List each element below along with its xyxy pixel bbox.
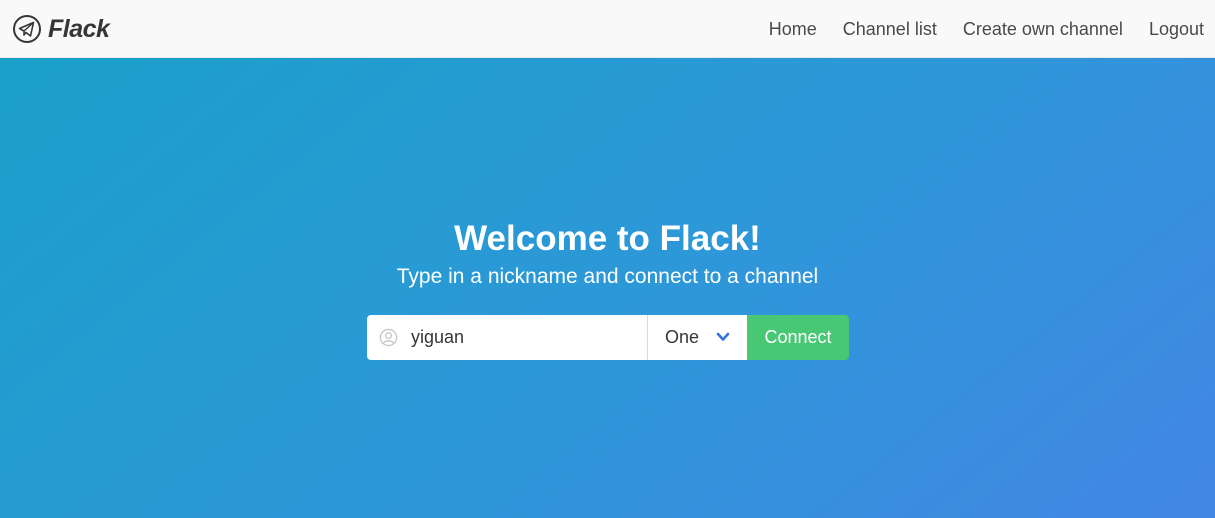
nickname-field [367, 315, 648, 360]
hero-section: Welcome to Flack! Type in a nickname and… [0, 58, 1215, 518]
nav-links: Home Channel list Create own channel Log… [756, 0, 1215, 58]
telegram-plane-icon [13, 15, 41, 43]
nickname-input[interactable] [411, 315, 641, 360]
nav-link-home[interactable]: Home [756, 19, 830, 40]
channel-select[interactable]: One [648, 315, 747, 360]
nav-link-create-channel[interactable]: Create own channel [950, 19, 1136, 40]
hero-subtitle: Type in a nickname and connect to a chan… [396, 265, 819, 288]
brand-name: Flack [48, 14, 110, 43]
brand-link[interactable]: Flack [12, 12, 110, 46]
navbar: Flack Home Channel list Create own chann… [0, 0, 1215, 58]
nav-link-channel-list[interactable]: Channel list [830, 19, 950, 40]
nav-link-logout[interactable]: Logout [1136, 19, 1215, 40]
chevron-down-icon [716, 332, 730, 341]
connect-form: One Connect [367, 315, 849, 360]
user-circle-icon [379, 328, 398, 347]
connect-button[interactable]: Connect [747, 315, 849, 360]
channel-select-value: One [665, 327, 700, 347]
hero-title: Welcome to Flack! [454, 219, 761, 258]
